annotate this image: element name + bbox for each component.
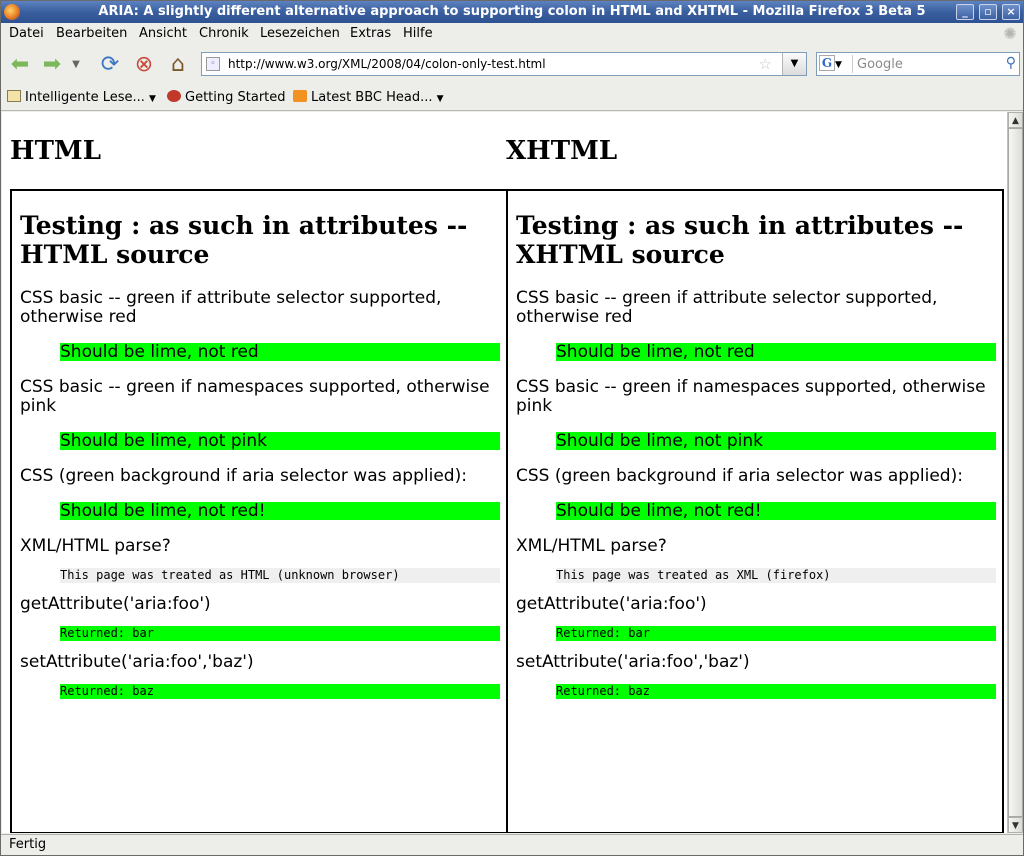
reload-button[interactable]: ⟳ <box>95 51 125 79</box>
menu-bearbeiten[interactable]: Bearbeiten <box>56 26 127 41</box>
test-result: Should be lime, not red <box>556 343 996 361</box>
menu-chronik[interactable]: Chronik <box>199 26 249 41</box>
test-result: Should be lime, not pink <box>556 432 996 450</box>
test-result: Returned: bar <box>556 626 996 641</box>
test-question: getAttribute('aria:foo') <box>516 594 707 614</box>
home-button[interactable]: ⌂ <box>163 51 193 79</box>
scroll-up-button[interactable]: ▲ <box>1008 112 1023 128</box>
chevron-down-icon: ▼ <box>1012 821 1019 831</box>
google-icon: G <box>819 55 835 71</box>
home-icon: ⌂ <box>171 52 185 77</box>
bookmark-getting-started[interactable]: Getting Started <box>167 90 286 105</box>
test-result: Should be lime, not red <box>60 343 500 361</box>
column-heading-xhtml: XHTML <box>506 136 618 166</box>
stop-button[interactable]: ⊗ <box>129 51 159 79</box>
test-question: CSS basic -- green if attribute selector… <box>516 288 938 327</box>
parse-result: This page was treated as HTML (unknown b… <box>60 568 500 583</box>
parse-result: This page was treated as XML (firefox) <box>556 568 996 583</box>
close-button[interactable]: × <box>1002 4 1020 20</box>
forward-button[interactable]: ➡ <box>37 51 67 79</box>
test-question: CSS basic -- green if attribute selector… <box>20 288 442 327</box>
scroll-down-button[interactable]: ▼ <box>1008 817 1023 833</box>
bookmark-label: Intelligente Lese... <box>25 90 145 105</box>
back-button[interactable]: ⬅ <box>5 51 35 79</box>
chevron-down-icon: ▼ <box>436 94 444 104</box>
site-identity-icon[interactable]: ◦ <box>206 57 220 71</box>
menu-bar: Datei Bearbeiten Ansicht Chronik Lesezei… <box>1 23 1023 45</box>
url-input[interactable] <box>228 55 758 73</box>
bookmark-smart-folder[interactable]: Intelligente Lese... ▼ <box>7 90 156 105</box>
back-arrow-icon: ⬅ <box>10 52 30 77</box>
search-input[interactable] <box>857 55 997 73</box>
bookmarks-toolbar: Intelligente Lese... ▼ Getting Started L… <box>1 85 1023 111</box>
maximize-icon: ▫ <box>984 5 992 18</box>
minimize-button[interactable]: _ <box>956 4 974 20</box>
test-question: getAttribute('aria:foo') <box>20 594 211 614</box>
column-heading-html: HTML <box>10 136 101 166</box>
chevron-down-icon: ▼ <box>149 94 156 104</box>
search-engine-button[interactable]: G ▼ <box>819 55 853 73</box>
window-title: ARIA: A slightly different alternative a… <box>98 4 926 19</box>
test-result: Returned: baz <box>556 684 996 699</box>
test-question: CSS (green background if aria selector w… <box>20 466 467 486</box>
history-dropdown-button[interactable]: ▼ <box>67 51 85 79</box>
menu-datei[interactable]: Datei <box>9 26 44 41</box>
throbber-icon: ✺ <box>1003 24 1017 43</box>
menu-extras[interactable]: Extras <box>350 26 391 41</box>
forward-arrow-icon: ➡ <box>42 52 62 77</box>
test-result: Should be lime, not red! <box>556 502 996 520</box>
bookmark-star-icon[interactable]: ☆ <box>759 55 772 73</box>
html-test-frame: Testing : as such in attributes -- HTML … <box>10 189 508 833</box>
test-question: XML/HTML parse? <box>20 536 171 556</box>
maximize-button[interactable]: ▫ <box>979 4 997 20</box>
title-bar: ARIA: A slightly different alternative a… <box>1 1 1023 23</box>
bookmark-label: Latest BBC Head... <box>311 90 433 105</box>
test-result: Should be lime, not red! <box>60 502 500 520</box>
test-result: Returned: baz <box>60 684 500 699</box>
folder-icon <box>7 90 21 102</box>
url-bar[interactable]: ◦ ☆ ▼ <box>201 52 807 76</box>
firefox-icon <box>167 90 181 102</box>
stop-icon: ⊗ <box>134 52 154 77</box>
menu-lesezeichen[interactable]: Lesezeichen <box>260 26 340 41</box>
test-result: Returned: bar <box>60 626 500 641</box>
url-dropdown-button[interactable]: ▼ <box>782 53 806 75</box>
status-text: Fertig <box>9 837 47 852</box>
test-result: Should be lime, not pink <box>60 432 500 450</box>
test-question: XML/HTML parse? <box>516 536 667 556</box>
menu-ansicht[interactable]: Ansicht <box>139 26 187 41</box>
status-bar: Fertig <box>1 834 1023 856</box>
chevron-down-icon: ▼ <box>790 58 799 69</box>
search-icon[interactable]: ⚲ <box>1006 55 1016 71</box>
bookmark-bbc-headlines[interactable]: Latest BBC Head... ▼ <box>293 90 444 105</box>
reload-icon: ⟳ <box>100 52 120 77</box>
chevron-down-icon: ▼ <box>72 59 80 70</box>
search-bar[interactable]: G▼ ⚲ <box>816 52 1020 76</box>
bookmark-label: Getting Started <box>185 90 286 105</box>
test-question: CSS (green background if aria selector w… <box>516 466 963 486</box>
minimize-icon: _ <box>962 5 968 18</box>
menu-hilfe[interactable]: Hilfe <box>403 26 433 41</box>
browser-window: ARIA: A slightly different alternative a… <box>0 0 1024 856</box>
test-question: CSS basic -- green if namespaces support… <box>516 377 986 416</box>
test-question: CSS basic -- green if namespaces support… <box>20 377 490 416</box>
test-heading: Testing : as such in attributes -- XHTML… <box>516 211 964 269</box>
page-content: HTML XHTML Testing : as such in attribut… <box>2 112 1007 833</box>
rss-icon <box>293 90 307 102</box>
chevron-down-icon: ▼ <box>835 60 842 70</box>
close-icon: × <box>1006 5 1016 18</box>
vertical-scrollbar[interactable]: ▲ ▼ <box>1007 112 1023 833</box>
chevron-up-icon: ▲ <box>1012 116 1019 126</box>
test-question: setAttribute('aria:foo','baz') <box>516 652 750 672</box>
test-heading: Testing : as such in attributes -- HTML … <box>20 211 468 269</box>
test-question: setAttribute('aria:foo','baz') <box>20 652 254 672</box>
xhtml-test-frame: Testing : as such in attributes -- XHTML… <box>506 189 1004 833</box>
scroll-thumb[interactable] <box>1008 128 1023 817</box>
